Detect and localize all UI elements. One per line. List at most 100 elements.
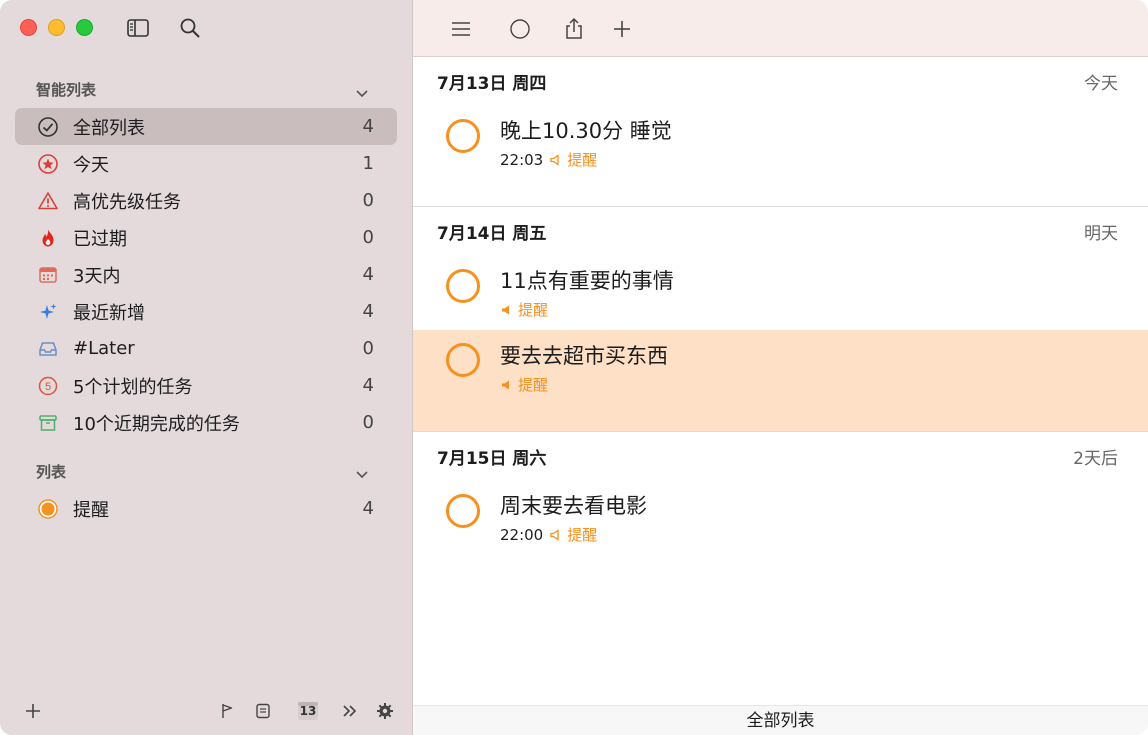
smart-lists: 全部列表 4 今天 1 高优先级任务 0 已过期 0 3天内 4 最近新增 4 …	[15, 108, 397, 441]
sidebar-item-count: 4	[362, 498, 374, 519]
sidebar-footer: 13	[0, 689, 413, 735]
sidebar-item-label: 已过期	[73, 228, 127, 250]
sparkles-icon	[37, 301, 59, 323]
sidebar-item-count: 1	[362, 153, 374, 174]
group-date: 7月13日 周四	[437, 74, 547, 94]
task-checkbox[interactable]	[446, 269, 480, 303]
menu-icon[interactable]	[447, 15, 475, 43]
calendar-day-icon[interactable]: 13	[295, 699, 321, 723]
star-circle-icon	[37, 153, 59, 175]
add-task-icon[interactable]	[608, 15, 636, 43]
sidebar-item-count: 4	[362, 264, 374, 285]
task-meta: 提醒	[500, 374, 548, 395]
sidebar-toggle-icon[interactable]	[126, 17, 150, 39]
search-icon[interactable]	[178, 16, 202, 40]
group-date: 7月14日 周五	[437, 224, 547, 244]
gear-icon[interactable]	[373, 699, 397, 723]
sidebar-item-count: 0	[362, 412, 374, 433]
flag-icon[interactable]	[215, 699, 239, 723]
flame-icon	[37, 227, 59, 249]
task-row-selected[interactable]: 要去去超市买东西 提醒	[413, 330, 1148, 431]
reminder-speaker-icon	[550, 528, 559, 541]
date-group-header: 7月13日 周四 今天	[413, 57, 1148, 103]
sidebar-item-reminders[interactable]: 提醒 4	[15, 490, 397, 527]
sidebar-item-count: 0	[362, 338, 374, 359]
task-row[interactable]: 11点有重要的事情 提醒	[413, 253, 1148, 330]
double-chevron-right-icon[interactable]	[338, 699, 362, 723]
smart-lists-header: 智能列表	[36, 81, 97, 99]
reminder-speaker-icon	[550, 153, 559, 166]
sidebar-item-planned-tasks[interactable]: 5 5个计划的任务 4	[15, 367, 397, 404]
main-pane: 7月13日 周四 今天 晚上10.30分 睡觉 22:03 提醒 7月14日 周…	[413, 0, 1148, 735]
task-checkbox[interactable]	[446, 343, 480, 377]
lists-header: 列表	[36, 463, 67, 481]
task-title: 晚上10.30分 睡觉	[500, 119, 672, 143]
sidebar-item-label: 全部列表	[73, 117, 145, 139]
task-meta: 22:00 提醒	[500, 524, 597, 545]
share-icon[interactable]	[560, 15, 588, 43]
add-list-icon[interactable]	[21, 699, 45, 723]
sidebar-item-label: 5个计划的任务	[73, 376, 193, 398]
toolbar	[413, 0, 1148, 57]
inbox-tray-icon	[37, 338, 59, 360]
task-title: 要去去超市买东西	[500, 344, 668, 368]
reminder-speaker-icon	[502, 380, 509, 389]
task-title: 11点有重要的事情	[500, 269, 674, 293]
sidebar-item-label: 今天	[73, 154, 109, 176]
warning-triangle-icon	[37, 190, 59, 212]
status-bar: 全部列表	[413, 705, 1148, 735]
sidebar-item-label: 10个近期完成的任务	[73, 413, 240, 435]
number-five-circle-icon: 5	[37, 375, 59, 397]
svg-text:5: 5	[45, 381, 51, 393]
sidebar-item-later[interactable]: #Later 0	[15, 330, 397, 367]
sidebar-item-overdue[interactable]: 已过期 0	[15, 219, 397, 256]
group-relative-day: 今天	[1084, 74, 1118, 94]
date-group-header: 7月14日 周五 明天	[413, 207, 1148, 253]
sidebar-item-count: 4	[362, 375, 374, 396]
chevron-down-icon[interactable]	[353, 465, 371, 483]
task-checkbox[interactable]	[446, 119, 480, 153]
calendar-icon	[37, 264, 59, 286]
sidebar-item-recently-added[interactable]: 最近新增 4	[15, 293, 397, 330]
sidebar-item-label: #Later	[73, 338, 135, 359]
checkmark-circle-icon	[37, 116, 59, 138]
sidebar: 智能列表 全部列表 4 今天 1 高优先级任务 0 已过期 0 3天内 4 最近…	[0, 0, 413, 735]
task-reminder-label: 提醒	[518, 301, 549, 319]
task-time: 22:00	[500, 525, 544, 544]
note-icon[interactable]	[251, 699, 275, 723]
sidebar-item-count: 0	[362, 227, 374, 248]
app-window: 智能列表 全部列表 4 今天 1 高优先级任务 0 已过期 0 3天内 4 最近…	[0, 0, 1148, 735]
task-reminder-label: 提醒	[567, 526, 598, 544]
sidebar-item-today[interactable]: 今天 1	[15, 145, 397, 182]
sidebar-item-label: 高优先级任务	[73, 191, 181, 213]
task-reminder-label: 提醒	[518, 376, 549, 394]
task-row[interactable]: 周末要去看电影 22:00 提醒	[413, 478, 1148, 568]
circle-icon[interactable]	[506, 15, 534, 43]
sidebar-item-count: 4	[362, 301, 374, 322]
sidebar-item-high-priority[interactable]: 高优先级任务 0	[15, 182, 397, 219]
task-reminder-label: 提醒	[567, 151, 598, 169]
close-window-button[interactable]	[20, 19, 37, 36]
task-row[interactable]: 晚上10.30分 睡觉 22:03 提醒	[413, 103, 1148, 206]
task-checkbox[interactable]	[446, 494, 480, 528]
task-time: 22:03	[500, 150, 544, 169]
orange-dot-icon	[37, 498, 59, 520]
window-controls	[20, 19, 93, 36]
user-lists: 提醒 4	[15, 490, 397, 527]
reminder-speaker-icon	[502, 305, 509, 314]
archive-box-icon	[37, 412, 59, 434]
group-date: 7月15日 周六	[437, 449, 547, 469]
sidebar-item-label: 提醒	[73, 499, 109, 521]
minimize-window-button[interactable]	[48, 19, 65, 36]
date-group-header: 7月15日 周六 2天后	[413, 432, 1148, 478]
sidebar-item-all-lists[interactable]: 全部列表 4	[15, 108, 397, 145]
sidebar-item-label: 最近新增	[73, 302, 145, 324]
sidebar-item-recently-completed[interactable]: 10个近期完成的任务 0	[15, 404, 397, 441]
task-title: 周末要去看电影	[500, 494, 647, 518]
group-relative-day: 2天后	[1073, 449, 1118, 469]
sidebar-item-count: 0	[362, 190, 374, 211]
zoom-window-button[interactable]	[76, 19, 93, 36]
chevron-down-icon[interactable]	[353, 84, 371, 102]
sidebar-item-within-3-days[interactable]: 3天内 4	[15, 256, 397, 293]
task-meta: 22:03 提醒	[500, 149, 597, 170]
